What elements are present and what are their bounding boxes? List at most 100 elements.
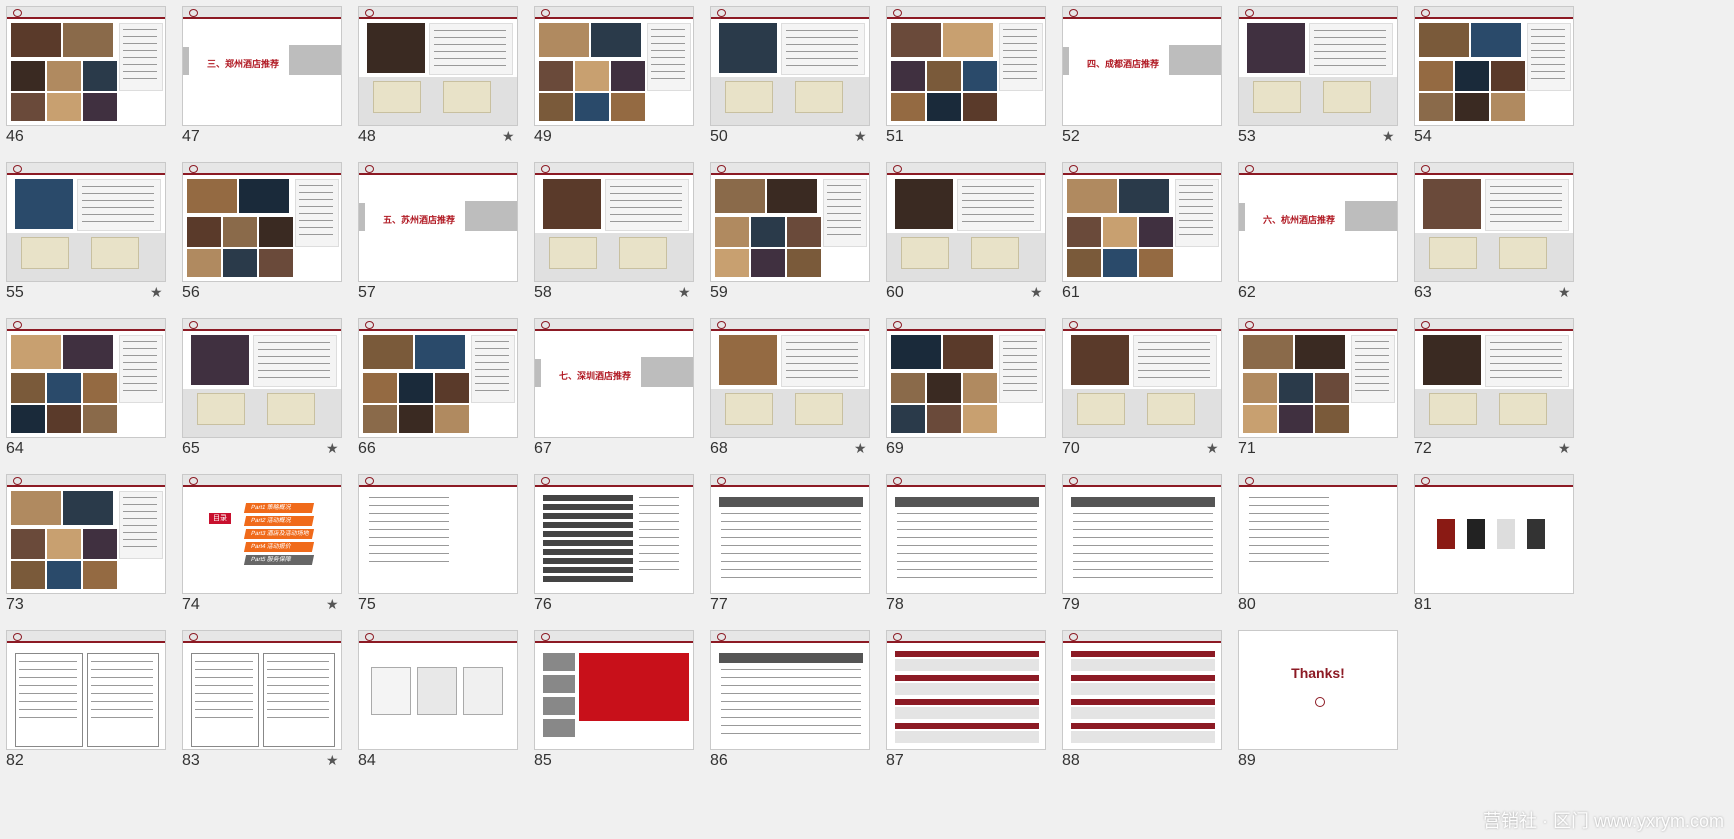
slide-cell[interactable]: 73: [0, 468, 166, 618]
slide-cell[interactable]: 48 ★: [352, 0, 518, 150]
slide-cell[interactable]: 76: [528, 468, 694, 618]
slide-thumbnail[interactable]: [182, 318, 342, 438]
slide-thumbnail[interactable]: Thanks!: [1238, 630, 1398, 750]
slide-thumbnail[interactable]: [1062, 162, 1222, 282]
slide-cell[interactable]: 60 ★: [880, 156, 1046, 306]
text-line: [1138, 370, 1210, 371]
slide-thumbnail[interactable]: [358, 630, 518, 750]
slide-cell[interactable]: 69: [880, 312, 1046, 462]
slide-cell[interactable]: 四、成都酒店推荐 52: [1056, 0, 1222, 150]
slide-cell[interactable]: 六、杭州酒店推荐 62: [1232, 156, 1398, 306]
slide-cell[interactable]: 81: [1408, 468, 1574, 618]
slide-cell[interactable]: 83 ★: [176, 624, 342, 774]
slide-thumbnail[interactable]: [710, 318, 870, 438]
slide-thumbnail[interactable]: 六、杭州酒店推荐: [1238, 162, 1398, 282]
slide-cell[interactable]: 七、深圳酒店推荐 67: [528, 312, 694, 462]
slide-thumbnail[interactable]: [1238, 474, 1398, 594]
slide-cell[interactable]: 54: [1408, 0, 1574, 150]
text-line: [123, 64, 157, 65]
photo-thumbnail: [47, 93, 81, 121]
slide-thumbnail[interactable]: [358, 6, 518, 126]
slide-thumbnail[interactable]: [710, 630, 870, 750]
slide-thumbnail[interactable]: [1414, 162, 1574, 282]
slide-logo-icon: [893, 477, 902, 485]
slide-thumbnail[interactable]: 七、深圳酒店推荐: [534, 318, 694, 438]
text-line: [195, 677, 253, 678]
slide-thumbnail[interactable]: [534, 630, 694, 750]
slide-thumbnail[interactable]: [1238, 318, 1398, 438]
slide-cell[interactable]: Thanks! 89: [1232, 624, 1398, 774]
slide-cell[interactable]: 49: [528, 0, 694, 150]
slide-thumbnail[interactable]: [6, 6, 166, 126]
slide-cell[interactable]: 58 ★: [528, 156, 694, 306]
slide-cell[interactable]: 86: [704, 624, 870, 774]
slide-cell[interactable]: 88: [1056, 624, 1222, 774]
slide-cell[interactable]: 51: [880, 0, 1046, 150]
slide-cell[interactable]: 50 ★: [704, 0, 870, 150]
slide-cell[interactable]: 79: [1056, 468, 1222, 618]
slide-thumbnail[interactable]: [886, 630, 1046, 750]
slide-cell[interactable]: 59: [704, 156, 870, 306]
slide-number: 83: [182, 752, 200, 769]
slide-thumbnail[interactable]: [534, 474, 694, 594]
slide-header-line: [359, 17, 517, 19]
slide-cell[interactable]: 70 ★: [1056, 312, 1222, 462]
slide-cell[interactable]: 84: [352, 624, 518, 774]
text-line: [1003, 78, 1037, 79]
slide-thumbnail[interactable]: [6, 474, 166, 594]
slide-cell[interactable]: 三、郑州酒店推荐 47: [176, 0, 342, 150]
slide-cell[interactable]: 80: [1232, 468, 1398, 618]
slide-thumbnail[interactable]: [1414, 474, 1574, 594]
slide-thumbnail[interactable]: [886, 162, 1046, 282]
slide-cell[interactable]: 目录 Part1 策略概况 Part2 活动概况 Part3 酒店及活动场地 Part4…: [176, 468, 342, 618]
slide-thumbnail[interactable]: [1414, 6, 1574, 126]
slide-cell[interactable]: 56: [176, 156, 342, 306]
slide-cell[interactable]: 78: [880, 468, 1046, 618]
slide-thumbnail[interactable]: [6, 162, 166, 282]
slide-thumbnail[interactable]: [1414, 318, 1574, 438]
slide-cell[interactable]: 53 ★: [1232, 0, 1398, 150]
slide-thumbnail[interactable]: [358, 318, 518, 438]
slide-thumbnail[interactable]: [1238, 6, 1398, 126]
slide-thumbnail[interactable]: 目录 Part1 策略概况 Part2 活动概况 Part3 酒店及活动场地 Part4…: [182, 474, 342, 594]
slide-cell[interactable]: 55 ★: [0, 156, 166, 306]
content-box: [191, 653, 259, 747]
slide-thumbnail[interactable]: [710, 6, 870, 126]
slide-cell[interactable]: 66: [352, 312, 518, 462]
slide-cell[interactable]: 64: [0, 312, 166, 462]
slide-thumbnail[interactable]: [182, 162, 342, 282]
slide-cell[interactable]: 46: [0, 0, 166, 150]
slide-cell[interactable]: 63 ★: [1408, 156, 1574, 306]
slide-cell[interactable]: 五、苏州酒店推荐 57: [352, 156, 518, 306]
slide-cell[interactable]: 68 ★: [704, 312, 870, 462]
photo-thumbnail: [1419, 93, 1453, 121]
slide-thumbnail[interactable]: [886, 474, 1046, 594]
slide-cell[interactable]: 71: [1232, 312, 1398, 462]
slide-thumbnail[interactable]: [710, 162, 870, 282]
slide-thumbnail[interactable]: 四、成都酒店推荐: [1062, 6, 1222, 126]
slide-thumbnail[interactable]: [886, 318, 1046, 438]
slide-cell[interactable]: 61: [1056, 156, 1222, 306]
slide-thumbnail[interactable]: [534, 162, 694, 282]
slide-thumbnail[interactable]: 五、苏州酒店推荐: [358, 162, 518, 282]
slide-cell[interactable]: 72 ★: [1408, 312, 1574, 462]
text-line: [897, 545, 1037, 546]
slide-thumbnail[interactable]: [886, 6, 1046, 126]
slide-thumbnail[interactable]: [182, 630, 342, 750]
slide-thumbnail[interactable]: 三、郑州酒店推荐: [182, 6, 342, 126]
slide-thumbnail[interactable]: [1062, 630, 1222, 750]
slide-cell[interactable]: 82: [0, 624, 166, 774]
slide-thumbnail[interactable]: [534, 6, 694, 126]
slide-thumbnail[interactable]: [710, 474, 870, 594]
text-line: [1003, 362, 1037, 363]
slide-thumbnail[interactable]: [1062, 318, 1222, 438]
slide-cell[interactable]: 87: [880, 624, 1046, 774]
slide-cell[interactable]: 85: [528, 624, 694, 774]
slide-thumbnail[interactable]: [1062, 474, 1222, 594]
slide-cell[interactable]: 65 ★: [176, 312, 342, 462]
slide-thumbnail[interactable]: [358, 474, 518, 594]
slide-cell[interactable]: 77: [704, 468, 870, 618]
slide-thumbnail[interactable]: [6, 630, 166, 750]
slide-cell[interactable]: 75: [352, 468, 518, 618]
slide-thumbnail[interactable]: [6, 318, 166, 438]
